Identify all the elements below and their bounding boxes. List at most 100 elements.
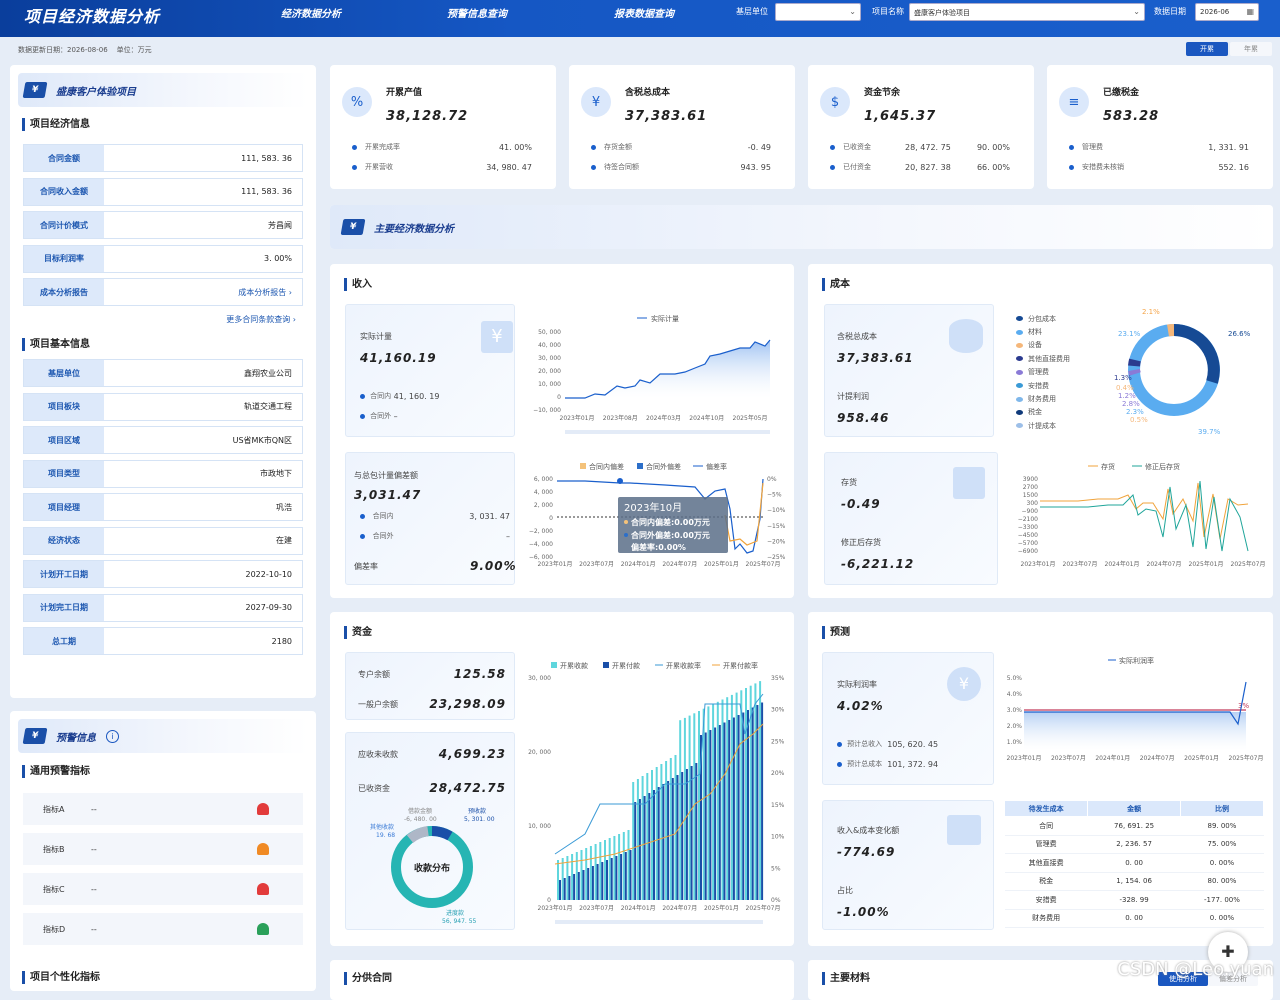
payment-bar xyxy=(662,784,665,900)
nav-econ[interactable]: 经济数据分析 xyxy=(281,5,341,20)
cost-donut: 2.1% 23.1% 26.6% 1.3% 0.4%1.2%2.8%2.3%0.5% 39… xyxy=(1114,308,1251,436)
ratio-value: -1.00% xyxy=(837,905,890,919)
legend-swatch xyxy=(1016,383,1023,389)
donut-center-label: 收款分布 xyxy=(414,862,450,874)
nav-warning[interactable]: 预警信息查询 xyxy=(447,5,507,20)
provision-value: 958.46 xyxy=(837,411,890,425)
nav-report[interactable]: 报表数据查询 xyxy=(614,5,674,20)
receipt-bar xyxy=(716,701,719,900)
alarm-icon xyxy=(257,803,269,815)
axis-tick: 3.0% xyxy=(1007,707,1023,714)
profit-x-axis: 2023年01月 2023年07月 2024年01月 2024年07月 2025年01月… xyxy=(1007,754,1264,762)
payment-bar xyxy=(681,772,684,900)
axis-tick: 2025年05月 xyxy=(733,414,768,422)
donut-segment-other xyxy=(1128,358,1141,367)
cost-legend-label: 税金 xyxy=(1028,408,1042,417)
warning-list: 指标A -- 指标B -- 指标C -- 指标D -- xyxy=(23,793,303,953)
hover-point xyxy=(617,478,623,484)
unit-filter-label: 基层单位 xyxy=(736,7,768,16)
expected-income-label: 预计总收入 xyxy=(847,740,883,748)
prepay-value: 5, 301. 00 xyxy=(464,816,495,823)
kv-value: 3. 00% xyxy=(264,254,292,263)
account-balance-card: 专户余额 125.58 一般户余额 23,298.09 xyxy=(345,652,515,720)
project-icon: ¥ xyxy=(22,82,48,98)
toggle-yearly[interactable]: 年累 xyxy=(1230,42,1272,56)
legend-swatch xyxy=(1016,396,1023,402)
card-row-value: -0. 49 xyxy=(747,142,771,152)
receipt-bar xyxy=(679,720,682,900)
axis-tick: −6900 xyxy=(1018,548,1038,555)
legend-swatch xyxy=(1016,409,1023,415)
profit-legend: 实际利润率 xyxy=(1119,656,1154,665)
kv-label: 经济状态 xyxy=(24,527,104,554)
income-x-axis: 2023年01月 2023年08月 2024年03月 2024年10月 2025年05月 xyxy=(560,414,768,422)
info-icon[interactable]: i xyxy=(106,729,119,743)
receipt-bar xyxy=(580,850,583,900)
kv-value: 在建 xyxy=(276,536,292,545)
deviation-rate-label: 偏差率 xyxy=(354,562,378,571)
kv-row: 项目区域 US省MK市QN区 xyxy=(23,426,303,454)
receipt-bar xyxy=(655,767,658,900)
tooltip-line2: 合同外偏差:0.00万元 xyxy=(630,530,710,540)
card-row-label: 开累营收 xyxy=(365,163,393,171)
card-value: 1,645.37 xyxy=(864,109,937,124)
bullet-dot xyxy=(830,164,835,170)
axis-tick: −2, 000 xyxy=(529,528,553,535)
expected-cost-value: 101, 372. 94 xyxy=(887,759,939,769)
receipt-bar xyxy=(604,840,606,900)
other-receipt-value: 19. 68 xyxy=(376,832,395,839)
kv-row: 合同计价模式 芳昌闻 xyxy=(23,211,303,239)
payment-bar xyxy=(563,878,566,900)
axis-tick: 2025年01月 xyxy=(704,560,739,568)
kv-row: 基层单位 鑫翔农业公司 xyxy=(23,359,303,387)
receipt-bar xyxy=(688,715,691,900)
receipt-bar xyxy=(636,779,639,900)
payment-bar xyxy=(648,793,651,900)
axis-tick: 25% xyxy=(771,738,785,745)
legend-swatch xyxy=(1016,356,1023,362)
special-account-value: 125.58 xyxy=(453,667,506,681)
deviation-label: 与总包计量偏差额 xyxy=(354,471,418,480)
cost-legend-label: 管理费 xyxy=(1028,368,1049,377)
receipt-bar xyxy=(627,830,630,900)
unit-select[interactable]: ⌄ xyxy=(775,3,861,21)
in-contract-label: 合同内 xyxy=(370,392,392,400)
adjusted-inventory-label: 修正后存货 xyxy=(841,538,881,547)
axis-tick: 20, 000 xyxy=(528,749,551,756)
fund-panel: 资金 专户余额 125.58 一般户余额 23,298.09 应收未收款 4,6… xyxy=(330,612,794,946)
card-value: 38,128.72 xyxy=(386,109,469,124)
table-cell: 1, 154. 06 xyxy=(1087,872,1181,891)
date-picker[interactable]: 2026-06 ▦ xyxy=(1195,3,1259,21)
axis-tick: 2025年01月 xyxy=(1184,754,1219,762)
axis-tick: −6, 000 xyxy=(529,554,553,561)
table-cell: 0. 00 xyxy=(1087,853,1181,873)
more-contract-link[interactable]: 更多合同条款查询 › xyxy=(226,314,296,325)
payment-bar xyxy=(629,850,632,900)
axis-tick: 2023年01月 xyxy=(1007,754,1042,762)
axis-tick: 1500 xyxy=(1023,492,1038,499)
fund-scrollbar[interactable] xyxy=(555,920,763,924)
project-select[interactable]: 盛康客户体验项目 ⌄ xyxy=(909,3,1145,21)
payment-bar xyxy=(671,778,674,900)
table-row: 管理费 2, 236. 57 75. 00% xyxy=(1004,835,1264,854)
payment-bar xyxy=(685,769,688,900)
cost-legend-label: 设备 xyxy=(1028,341,1042,350)
bullet-dot xyxy=(1069,144,1074,150)
profit-chart: 实际利润率 5.0%4.0%3.0%2.0%1.0% 2023年01月 2023年… xyxy=(1007,656,1264,762)
payment-bar xyxy=(643,796,646,900)
warning-label: 指标A xyxy=(43,804,65,814)
income-scrollbar[interactable] xyxy=(565,430,770,434)
project-info-panel: ¥ 盛康客户体验项目 项目经济信息 合同金额 111, 583. 36 合同收入金额… xyxy=(10,65,316,698)
main-analysis-header: ¥ 主要经济数据分析 xyxy=(330,205,1273,249)
toggle-cumulative[interactable]: 开累 xyxy=(1186,42,1228,56)
legend-swatch xyxy=(1016,369,1023,375)
warning-row: 指标D -- xyxy=(23,913,303,945)
donut-segment-material xyxy=(1167,324,1175,337)
axis-tick: 3900 xyxy=(1023,476,1038,483)
receivable-card: 应收未收款 4,699.23 已收资金 28,472.75 收款分布 借款金额 … xyxy=(345,732,515,930)
legend-payment-rate: 开累付款率 xyxy=(723,661,758,670)
axis-tick: −15% xyxy=(767,523,786,530)
kv-value[interactable]: 成本分析报告 › xyxy=(104,279,302,305)
inventory-card: 存货 -0.49 修正后存货 -6,221.12 xyxy=(824,452,998,585)
axis-tick: 0 xyxy=(547,897,551,904)
